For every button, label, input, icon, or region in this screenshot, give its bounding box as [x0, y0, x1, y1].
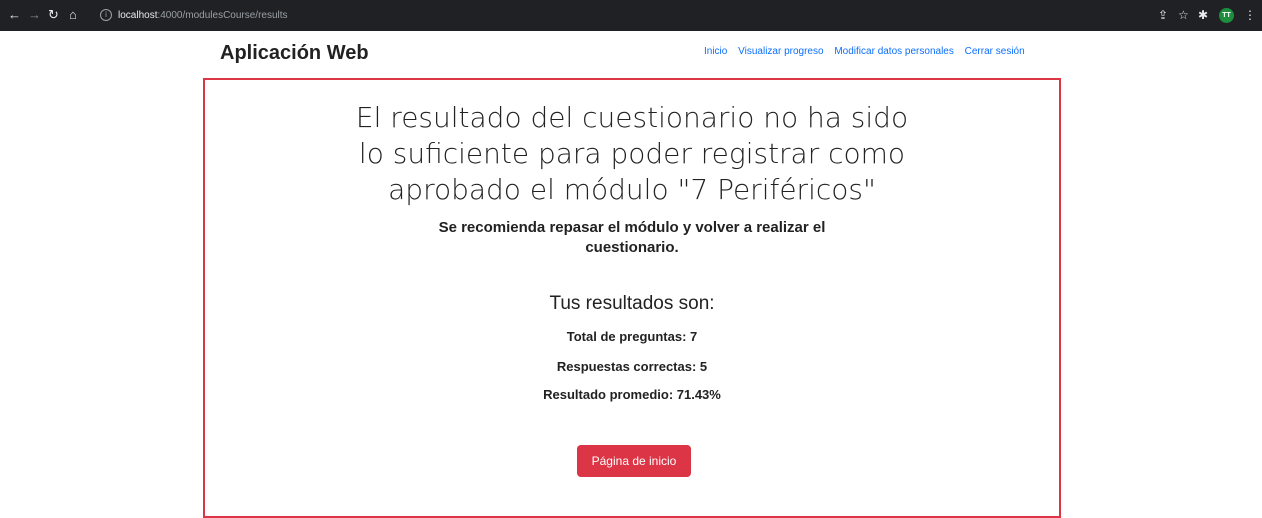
- extensions-icon[interactable]: ✱: [1198, 8, 1208, 22]
- nav-link-cerrar-sesion[interactable]: Cerrar sesión: [965, 46, 1025, 57]
- result-headline-text: El resultado del cuestionario no ha sido…: [355, 101, 909, 206]
- forward-arrow-icon[interactable]: →: [28, 7, 41, 23]
- menu-kebab-icon[interactable]: ⋮: [1244, 8, 1256, 22]
- nav-link-progreso[interactable]: Visualizar progreso: [738, 46, 823, 57]
- app-brand[interactable]: Aplicación Web: [220, 42, 369, 65]
- results-title: Tus resultados son:: [549, 293, 715, 314]
- address-bar[interactable]: i localhost:4000/modulesCourse/results: [100, 7, 1160, 25]
- result-headline: El resultado del cuestionario no ha sido…: [205, 100, 1059, 208]
- url-host: localhost: [118, 10, 158, 21]
- home-icon[interactable]: ⌂: [69, 7, 77, 23]
- back-arrow-icon[interactable]: ←: [8, 7, 21, 23]
- reload-icon[interactable]: ↻: [48, 7, 59, 23]
- nav-link-inicio[interactable]: Inicio: [704, 46, 727, 57]
- correct-answers: Respuestas correctas: 5: [556, 359, 708, 374]
- result-card: El resultado del cuestionario no ha sido…: [203, 78, 1061, 518]
- average-score: Resultado promedio: 71.43%: [543, 387, 721, 402]
- profile-avatar[interactable]: TT: [1219, 8, 1234, 23]
- info-icon[interactable]: i: [100, 9, 112, 22]
- url-path: :4000/modulesCourse/results: [157, 10, 288, 21]
- recommendation-text: Se recomienda repasar el módulo y volver…: [438, 219, 826, 256]
- home-page-button[interactable]: Página de inicio: [577, 445, 691, 477]
- total-questions: Total de preguntas: 7: [566, 329, 698, 344]
- share-icon[interactable]: ⇪: [1158, 8, 1168, 22]
- recommendation: Se recomienda repasar el módulo y volver…: [205, 218, 1059, 258]
- star-icon[interactable]: ☆: [1178, 8, 1189, 22]
- browser-toolbar: ← → ↻ ⌂ i localhost:4000/modulesCourse/re…: [0, 0, 1262, 31]
- nav-link-datos-personales[interactable]: Modificar datos personales: [834, 46, 954, 57]
- nav-links: Inicio Visualizar progreso Modificar dat…: [704, 46, 1033, 57]
